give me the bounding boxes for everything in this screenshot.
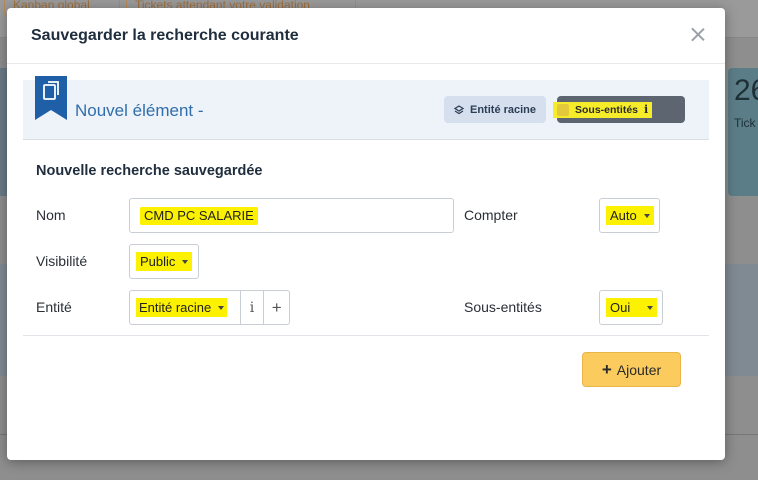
sub-entities-value: Oui [610,300,631,315]
name-input[interactable]: CMD PC SALARIE [129,198,454,233]
info-icon[interactable]: i [644,103,648,116]
item-header: Nouvel élément - Entité racine Sous-enti… [23,76,709,140]
entity-field-group: Entité racine i + [129,290,290,325]
chevron-down-icon [647,305,654,310]
chevron-down-icon [218,305,225,310]
add-button[interactable]: + Ajouter [582,352,681,387]
entity-select-value: Entité racine [136,298,228,317]
entity-add-button[interactable]: + [264,291,289,324]
sub-entities-badge[interactable]: Sous-entités i [553,96,685,123]
save-search-modal: Sauvegarder la recherche courante Nouvel… [7,8,725,460]
background-card-label: Tick [734,116,756,130]
visibility-select[interactable]: Public [129,244,199,279]
entity-value: Entité racine [139,300,212,315]
background-stat-card: 26 Tick [728,68,758,196]
visibility-value: Public [140,254,176,269]
sub-entities-highlight: Sous-entités i [553,101,653,118]
count-select-value: Auto [606,206,654,225]
visibility-label: Visibilité [36,253,88,269]
count-label: Compter [464,207,518,223]
entity-label: Entité [36,299,72,315]
form-divider [23,335,709,336]
plus-icon: + [601,360,612,379]
root-entity-label: Entité racine [470,103,537,116]
count-select[interactable]: Auto [599,198,660,233]
name-label: Nom [36,207,66,223]
bookmark-icon [35,76,67,120]
name-value: CMD PC SALARIE [140,206,258,225]
visibility-select-value: Public [136,252,193,271]
entity-info-icon[interactable]: i [241,291,265,324]
count-value: Auto [610,208,637,223]
root-entity-badge: Entité racine [444,96,547,123]
checkbox-icon[interactable] [557,103,569,116]
modal-title: Sauvegarder la recherche courante [31,27,299,44]
item-title: Nouvel élément - [75,101,204,120]
add-button-label: Ajouter [616,361,662,378]
background-card-number: 26 [734,74,758,107]
sub-entities-select[interactable]: Oui [599,290,663,325]
entity-select[interactable]: Entité racine [130,291,241,324]
sub-entities-badge-label: Sous-entités [575,103,639,116]
close-icon[interactable] [687,24,709,46]
sub-entities-label: Sous-entités [464,299,542,315]
sub-entities-select-value: Oui [606,298,658,317]
chevron-down-icon [643,213,650,218]
section-title: Nouvelle recherche sauvegardée [36,163,263,179]
chevron-down-icon [182,259,189,264]
layers-icon [454,104,464,114]
modal-header: Sauvegarder la recherche courante [7,8,725,64]
